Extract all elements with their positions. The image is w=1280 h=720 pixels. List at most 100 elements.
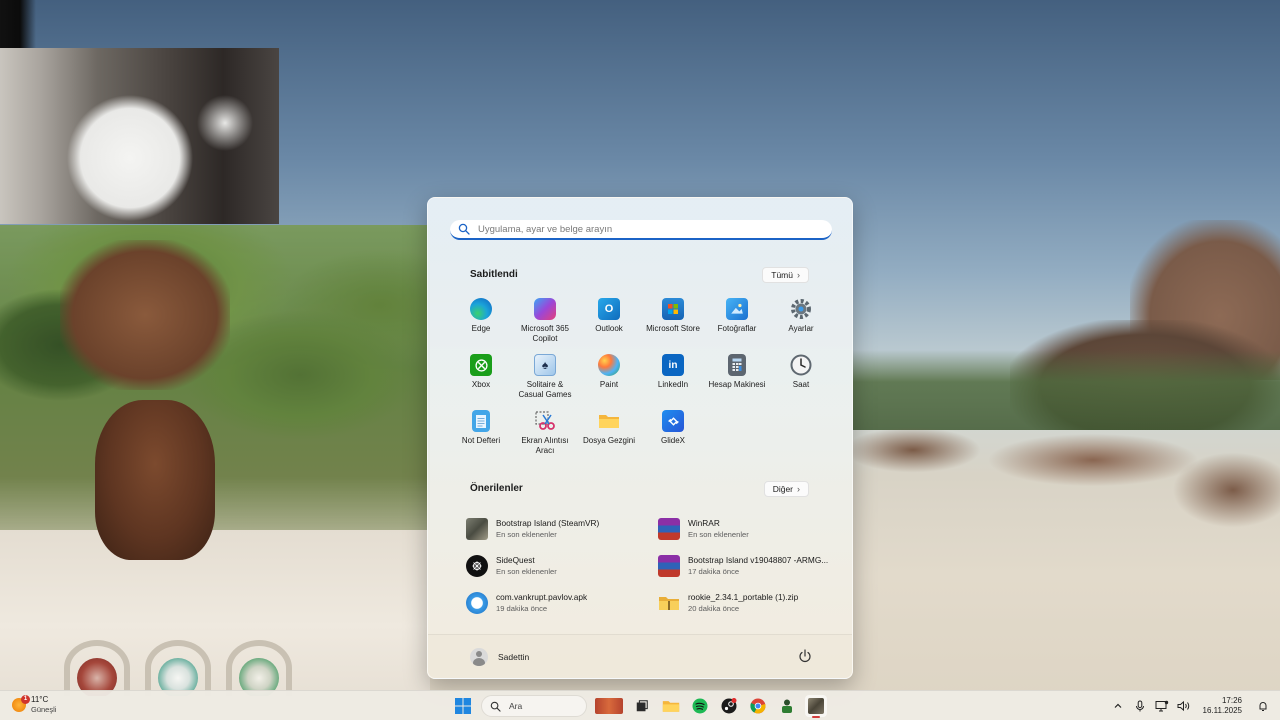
recommended-item-time: 19 dakika önce xyxy=(496,604,548,613)
recommended-item[interactable]: Bootstrap Island (SteamVR) En son eklenen… xyxy=(466,510,658,547)
health-gauge xyxy=(64,640,130,696)
search-icon xyxy=(490,701,501,712)
start-search-box[interactable] xyxy=(450,220,832,240)
pinned-app-store[interactable]: Microsoft Store xyxy=(641,298,705,354)
folder-icon xyxy=(662,701,680,712)
task-view-button[interactable] xyxy=(631,695,653,717)
app-label: Xbox xyxy=(471,380,491,389)
power-icon[interactable] xyxy=(798,649,812,663)
taskbar-apps: Ara xyxy=(452,694,827,718)
app-label: Solitaire & Casual Games xyxy=(518,380,572,399)
network-icon[interactable] xyxy=(1155,699,1169,713)
pinned-app-clock[interactable]: Saat xyxy=(769,354,833,410)
recommended-item-time: 20 dakika önce xyxy=(688,604,740,613)
recommended-item[interactable]: Bootstrap Island v19048807 -ARMG... 17 da… xyxy=(658,547,836,584)
app-label: Microsoft 365 Copilot xyxy=(520,324,570,343)
widgets-button[interactable] xyxy=(594,695,624,717)
recommended-item-name: SideQuest xyxy=(496,555,535,565)
water-gauge xyxy=(145,640,211,696)
microphone-icon[interactable] xyxy=(1133,699,1147,713)
recommended-item-time: 17 dakika önce xyxy=(688,567,740,576)
clock-time: 17:26 xyxy=(1221,696,1242,705)
pinned-app-photos[interactable]: Fotoğraflar xyxy=(705,298,769,354)
steam-icon xyxy=(721,698,737,714)
recommended-item[interactable]: SideQuest En son eklenenler xyxy=(466,547,658,584)
snipping-tool-icon xyxy=(534,410,556,432)
weather-widget[interactable]: 1 11°C Güneşli xyxy=(12,694,57,714)
recommended-item-name: WinRAR xyxy=(688,518,720,528)
chevron-up-icon[interactable] xyxy=(1111,699,1125,713)
user-name: Sadettin xyxy=(498,652,530,662)
recommended-section-title: Önerilenler xyxy=(470,483,523,494)
pinned-app-notepad[interactable]: Not Defteri xyxy=(449,410,513,466)
pinned-app-settings[interactable]: Ayarlar xyxy=(769,298,833,354)
app-label: LinkedIn xyxy=(657,380,689,389)
taskbar: 1 11°C Güneşli Ara 17:26 16.11.2025 xyxy=(0,690,1280,720)
gear-icon xyxy=(790,298,812,320)
recommended-item[interactable]: com.vankrupt.pavlov.apk 19 dakika önce xyxy=(466,584,658,621)
pinned-app-calculator[interactable]: Hesap Makinesi xyxy=(705,354,769,410)
app-label: Dosya Gezgini xyxy=(582,436,636,445)
taskbar-search-label: Ara xyxy=(509,701,523,711)
pinned-app-linkedin[interactable]: in LinkedIn xyxy=(641,354,705,410)
all-apps-button[interactable]: Tümü › xyxy=(762,267,809,283)
taskbar-active-game[interactable] xyxy=(805,695,827,718)
game-window-icon xyxy=(808,698,824,714)
start-search-input[interactable] xyxy=(478,223,818,235)
avatar xyxy=(470,648,488,666)
paint-icon xyxy=(598,354,620,376)
pinned-app-paint[interactable]: Paint xyxy=(577,354,641,410)
photos-icon xyxy=(726,298,748,320)
pinned-app-snipping-tool[interactable]: Ekran Alıntısı Aracı xyxy=(513,410,577,466)
app-label: Saat xyxy=(792,380,810,389)
clock-date[interactable]: 17:26 16.11.2025 xyxy=(1203,696,1242,716)
taskbar-app-dark[interactable] xyxy=(718,695,740,717)
solitaire-icon: ♠ xyxy=(534,354,556,376)
sidequest-icon xyxy=(466,554,488,577)
more-label: Diğer xyxy=(772,484,793,494)
webcam-shadow xyxy=(0,0,200,48)
app-label: Outlook xyxy=(595,324,623,333)
taskbar-file-explorer[interactable] xyxy=(660,695,682,717)
recommended-item-time: En son eklenenler xyxy=(496,567,557,576)
outlook-icon: O xyxy=(598,298,620,320)
glidex-icon xyxy=(662,410,684,432)
recommended-item-name: Bootstrap Island (SteamVR) xyxy=(496,518,600,528)
volume-icon[interactable] xyxy=(1177,699,1191,713)
more-button[interactable]: Diğer › xyxy=(763,481,809,497)
notification-bell-icon[interactable] xyxy=(1256,699,1270,713)
recommended-item-name: rookie_2.34.1_portable (1).zip xyxy=(688,592,799,602)
winrar-icon xyxy=(658,517,680,540)
clock-icon xyxy=(790,354,812,376)
recommended-item-name: com.vankrupt.pavlov.apk xyxy=(496,592,588,602)
pinned-app-outlook[interactable]: O Outlook xyxy=(577,298,641,354)
recommended-item[interactable]: rookie_2.34.1_portable (1).zip 20 dakika … xyxy=(658,584,836,621)
taskbar-chrome[interactable] xyxy=(747,695,769,717)
character-icon xyxy=(782,699,792,713)
recommended-item-time: En son eklenenler xyxy=(688,530,749,539)
pinned-app-edge[interactable]: Edge xyxy=(449,298,513,354)
app-label: Microsoft Store xyxy=(646,324,700,333)
taskbar-spotify[interactable] xyxy=(689,695,711,717)
pinned-app-glidex[interactable]: GlideX xyxy=(641,410,705,466)
taskbar-game-app[interactable] xyxy=(776,695,798,717)
pinned-app-m365-copilot[interactable]: Microsoft 365 Copilot xyxy=(513,298,577,354)
app-label: Paint xyxy=(599,380,619,389)
pinned-app-solitaire[interactable]: ♠ Solitaire & Casual Games xyxy=(513,354,577,410)
recommended-item[interactable]: WinRAR En son eklenenler xyxy=(658,510,836,547)
calculator-icon xyxy=(728,354,746,376)
pinned-app-file-explorer[interactable]: Dosya Gezgini xyxy=(577,410,641,466)
recommended-item-time: En son eklenenler xyxy=(496,530,557,539)
taskbar-search[interactable]: Ara xyxy=(481,695,587,717)
webcam-overlay xyxy=(0,48,279,224)
weather-condition: Güneşli xyxy=(31,705,57,714)
chevron-right-icon: › xyxy=(797,484,800,494)
system-tray: 17:26 16.11.2025 xyxy=(1107,691,1280,720)
user-account-button[interactable]: Sadettin xyxy=(470,648,529,666)
xbox-icon xyxy=(470,354,492,376)
clock-date-text: 16.11.2025 xyxy=(1202,706,1242,715)
start-button[interactable] xyxy=(452,695,474,717)
chrome-icon xyxy=(750,698,766,714)
pinned-app-xbox[interactable]: Xbox xyxy=(449,354,513,410)
app-label: Ekran Alıntısı Aracı xyxy=(521,436,569,455)
